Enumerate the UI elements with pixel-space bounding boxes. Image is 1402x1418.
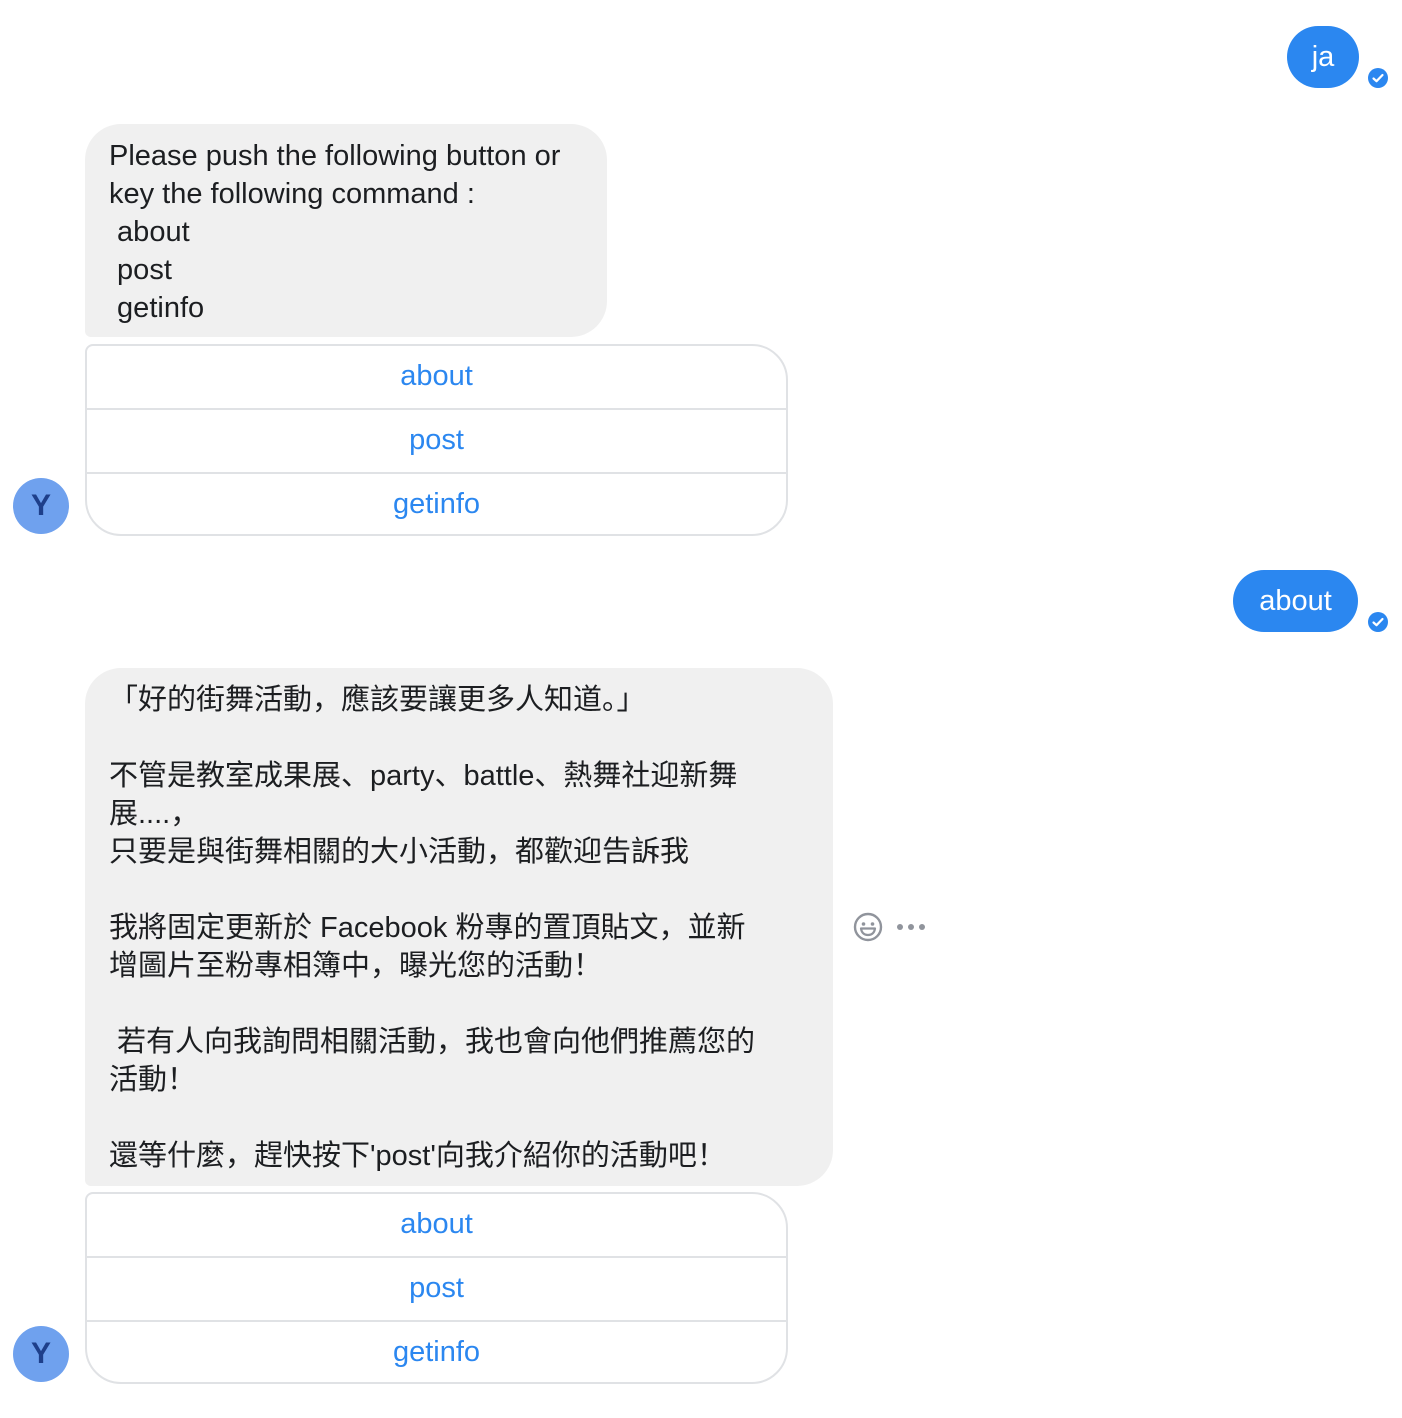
more-dots-icon[interactable] [896, 915, 926, 939]
message-line: Please push the following button or [109, 140, 561, 172]
post-button[interactable]: post [87, 1258, 786, 1322]
check-circle-icon [1368, 612, 1388, 632]
user-message-bubble: about [1233, 570, 1358, 632]
user-message-text: ja [1311, 41, 1335, 73]
message-line [109, 871, 809, 909]
getinfo-button[interactable]: getinfo [87, 1322, 786, 1382]
message-line: 不管是教室成果展、party、battle、熱舞社迎新舞 [109, 760, 738, 792]
user-message-text: about [1259, 585, 1332, 617]
bot-message-bubble: 「好的街舞活動，應該要讓更多人知道。」 不管是教室成果展、party、battl… [85, 668, 833, 1186]
message-line [109, 1099, 809, 1137]
bot-message-bubble: Please push the following button or key … [85, 124, 607, 337]
emoji-smile-icon[interactable] [853, 912, 883, 942]
about-button[interactable]: about [87, 346, 786, 410]
user-message-bubble: ja [1287, 26, 1359, 88]
check-circle-icon [1368, 68, 1388, 88]
avatar[interactable]: Y [13, 1326, 69, 1382]
message-line: 若有人向我詢問相關活動，我也會向他們推薦您的 [109, 1026, 756, 1058]
post-button[interactable]: post [87, 410, 786, 474]
message-line: 「好的街舞活動，應該要讓更多人知道。」 [109, 684, 646, 716]
avatar-letter: Y [30, 489, 51, 522]
message-line [109, 719, 809, 757]
avatar-letter: Y [30, 1337, 51, 1370]
quick-reply-buttons: about post getinfo [85, 1192, 788, 1384]
avatar[interactable]: Y [13, 478, 69, 534]
message-line: 展....， [109, 798, 200, 830]
message-line [109, 985, 809, 1023]
message-line: 增圖片至粉專相簿中，曝光您的活動！ [109, 950, 603, 982]
message-line: 還等什麼，趕快按下'post'向我介紹你的活動吧！ [109, 1140, 726, 1172]
message-line: 活動！ [109, 1064, 197, 1096]
about-button[interactable]: about [87, 1194, 786, 1258]
message-line: getinfo [109, 292, 205, 324]
message-line: post [109, 254, 172, 286]
quick-reply-buttons: about post getinfo [85, 344, 788, 536]
message-line: 只要是與街舞相關的大小活動，都歡迎告訴我 [109, 836, 690, 868]
message-line: 我將固定更新於 Facebook 粉專的置頂貼文，並新 [109, 912, 746, 944]
message-line: key the following command : [109, 178, 475, 210]
getinfo-button[interactable]: getinfo [87, 474, 786, 534]
message-line: about [109, 216, 190, 248]
